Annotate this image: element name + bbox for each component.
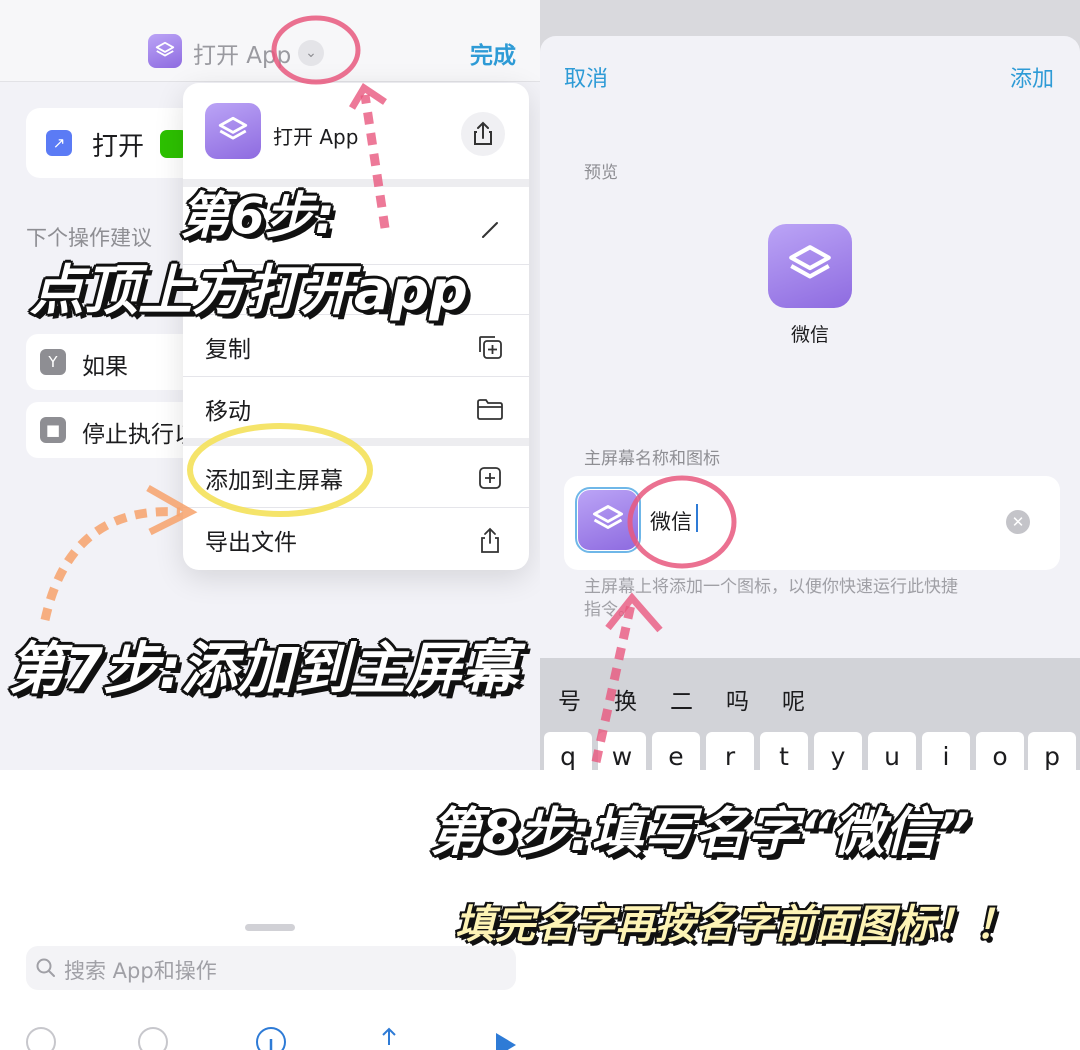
hint-text: 主屏幕上将添加一个图标，以便你快速运行此快捷指令。 <box>584 577 958 620</box>
if-icon: Y <box>40 349 66 375</box>
key[interactable]: i <box>922 732 970 770</box>
add-button[interactable]: 添加 <box>1010 61 1054 93</box>
key[interactable]: r <box>706 732 754 770</box>
step6-instruction: 点顶上方打开app <box>30 259 468 322</box>
candidate[interactable]: 吗 <box>726 682 749 716</box>
tip-caption: 填完名字再按名字前面图标！！ <box>455 902 1015 948</box>
redo-icon[interactable] <box>136 1025 170 1050</box>
menu-separator <box>183 438 529 446</box>
menu-item-move[interactable]: 移动 <box>183 377 529 439</box>
shortcut-icon <box>205 103 261 159</box>
text-caret <box>696 504 698 532</box>
share-icon <box>481 527 499 553</box>
search-icon <box>36 958 55 977</box>
undo-icon[interactable] <box>24 1025 58 1050</box>
key[interactable]: e <box>652 732 700 770</box>
home-screen-heading: 主屏幕名称和图标 <box>584 449 720 469</box>
candidate[interactable]: 呢 <box>782 682 805 716</box>
key[interactable]: y <box>814 732 862 770</box>
menu-item-add-to-home[interactable]: 添加到主屏幕 <box>183 446 529 508</box>
key[interactable]: u <box>868 732 916 770</box>
name-field[interactable]: 微信 <box>650 506 692 536</box>
clear-icon[interactable]: ✕ <box>1006 510 1030 534</box>
share-icon[interactable] <box>372 1025 406 1050</box>
key[interactable]: p <box>1028 732 1076 770</box>
name-and-icon-row: 微信 ✕ <box>564 476 1060 570</box>
step8-caption: 第8步:填写名字“微信” <box>430 803 970 863</box>
open-app-icon: ↗ <box>46 130 72 156</box>
candidate-bar: 号 换 二 吗 呢 <box>540 658 1080 734</box>
menu-item-label: 移动 <box>205 399 251 425</box>
sheet-grabber[interactable] <box>245 924 295 931</box>
add-to-home-panel: 取消 添加 预览 微信 主屏幕名称和图标 微信 ✕ 主屏幕上将添加一个图标，以便… <box>540 0 1080 770</box>
candidate[interactable]: 二 <box>670 682 693 716</box>
add-square-icon <box>479 467 501 489</box>
suggestion-label: 如果 <box>82 354 128 380</box>
chevron-down-icon[interactable]: ⌄ <box>298 40 324 66</box>
key[interactable]: t <box>760 732 808 770</box>
menu-item-label: 导出文件 <box>205 530 297 556</box>
stop-icon: ■ <box>40 417 66 443</box>
action-label: 打开 <box>92 132 145 162</box>
suggestion-label: 停止执行以 <box>82 422 197 448</box>
key[interactable]: o <box>976 732 1024 770</box>
menu-item-label: 添加到主屏幕 <box>205 468 343 494</box>
shortcut-preview-icon <box>768 224 852 308</box>
search-placeholder: 搜索 App和操作 <box>64 959 217 983</box>
step7-caption: 第7步:添加到主屏幕 <box>8 637 518 702</box>
shortcut-icon[interactable] <box>148 34 182 68</box>
menu-item-export[interactable]: 导出文件 <box>183 508 529 570</box>
menu-title: 打开 App <box>273 125 359 149</box>
add-to-home-sheet: 取消 添加 预览 微信 主屏幕名称和图标 微信 ✕ 主屏幕上将添加一个图标，以便… <box>540 36 1080 770</box>
step6-caption: 第6步: <box>180 187 335 245</box>
duplicate-icon <box>479 336 502 359</box>
folder-icon <box>477 399 503 420</box>
search-input[interactable]: 搜索 App和操作 <box>26 946 516 990</box>
shortcut-context-menu: 打开 App 复制 移动 添加到主屏幕 导出文件 <box>183 83 529 570</box>
menu-item-label: 复制 <box>205 337 251 363</box>
candidate[interactable]: 号 <box>558 682 581 716</box>
key[interactable]: w <box>598 732 646 770</box>
preview-heading: 预览 <box>584 163 618 183</box>
keyboard: 号 换 二 吗 呢 q w e r t y u i o p <box>540 658 1080 770</box>
candidate[interactable]: 换 <box>614 682 637 716</box>
choose-icon-button[interactable] <box>575 487 641 553</box>
play-icon[interactable] <box>488 1025 522 1050</box>
done-button[interactable]: 完成 <box>470 36 516 70</box>
share-icon[interactable] <box>461 112 505 156</box>
cancel-button[interactable]: 取消 <box>564 61 608 93</box>
preview-name: 微信 <box>790 324 829 346</box>
key[interactable]: q <box>544 732 592 770</box>
info-icon[interactable] <box>254 1025 288 1050</box>
shortcut-title[interactable]: 打开 App <box>193 36 291 70</box>
editor-header: 打开 App ⌄ 完成 <box>0 0 540 82</box>
menu-header: 打开 App <box>183 83 529 187</box>
pencil-icon <box>482 222 498 238</box>
